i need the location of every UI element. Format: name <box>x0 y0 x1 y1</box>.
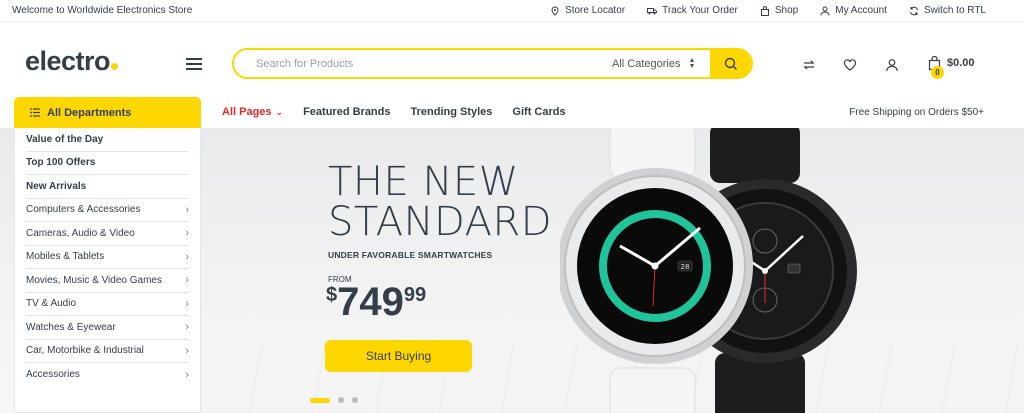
cart-button[interactable]: 0 $0.00 <box>928 56 975 79</box>
user-icon <box>820 6 830 16</box>
hero-price: $ 749 99 <box>326 280 426 324</box>
sidebar-item-label: Mobiles & Tablets <box>26 251 105 263</box>
welcome-text: Welcome to Worldwide Electronics Store <box>12 5 193 16</box>
sidebar-item-label: Accessories <box>26 369 80 381</box>
price-cents: 99 <box>403 284 427 306</box>
nav-bar: All Departments All Pages ⌄ Featured Bran… <box>0 97 1024 128</box>
nav-all-pages[interactable]: All Pages ⌄ <box>222 106 283 118</box>
sidebar-item-label: Movies, Music & Video Games <box>26 274 162 286</box>
sidebar-item[interactable]: New Arrivals <box>26 175 189 199</box>
sidebar-item-label: Car, Motorbike & Industrial <box>26 345 144 357</box>
wishlist-button[interactable] <box>843 58 857 77</box>
nav-all-pages-label: All Pages <box>222 106 272 118</box>
category-select[interactable]: All Categories ▲ ▼ <box>610 50 710 77</box>
store-locator-link[interactable]: Store Locator <box>550 5 625 16</box>
sidebar-item-label: Watches & Eyewear <box>26 321 116 333</box>
switch-rtl-link[interactable]: Switch to RTL <box>909 5 986 16</box>
logo-dot <box>111 63 119 70</box>
switch-rtl-label: Switch to RTL <box>923 5 986 16</box>
track-order-label: Track Your Order <box>662 5 738 16</box>
top-links: Store Locator Track Your Order Shop My A… <box>550 5 986 16</box>
sidebar-item-label: Top 100 Offers <box>26 157 96 169</box>
chevron-right-icon: › <box>185 227 189 240</box>
account-button[interactable] <box>885 58 899 77</box>
search-input[interactable] <box>234 50 610 77</box>
compare-button[interactable] <box>802 58 816 77</box>
sidebar-item[interactable]: Cameras, Audio & Video › <box>26 222 189 246</box>
sidebar-item[interactable]: Movies, Music & Video Games › <box>26 269 189 293</box>
sidebar-item[interactable]: Watches & Eyewear › <box>26 316 189 340</box>
sidebar-item[interactable]: Value of the Day <box>26 128 189 152</box>
chevron-right-icon: › <box>185 368 189 381</box>
nav-featured-brands[interactable]: Featured Brands <box>303 106 390 118</box>
carousel-dot-3[interactable] <box>352 397 358 403</box>
shop-link[interactable]: Shop <box>760 5 798 16</box>
nav-gift-cards[interactable]: Gift Cards <box>512 106 565 118</box>
top-bar: Welcome to Worldwide Electronics Store S… <box>0 0 1024 22</box>
hero-headline-line2: STANDARD <box>328 199 553 245</box>
departments-sidebar: Value of the Day Top 100 Offers New Arriva… <box>14 128 201 413</box>
all-departments-label: All Departments <box>47 106 132 119</box>
chevron-right-icon: › <box>185 321 189 334</box>
logo-text: electro <box>25 46 111 76</box>
my-account-label: My Account <box>835 5 887 16</box>
smartwatches-image: 28 <box>560 128 857 413</box>
chevron-right-icon: › <box>185 297 189 310</box>
cart-total: $0.00 <box>947 57 975 69</box>
select-arrows-icon: ▲ ▼ <box>688 56 696 70</box>
site-logo[interactable]: electro <box>25 46 119 77</box>
hero-headline: THE NEW STANDARD <box>328 162 552 242</box>
hero-subtitle: UNDER FAVORABLE SMARTWATCHES <box>328 250 493 260</box>
sidebar-item-label: Computers & Accessories <box>26 204 141 216</box>
map-pin-icon <box>551 5 559 16</box>
sidebar-item[interactable]: Computers & Accessories › <box>26 199 189 222</box>
search-button[interactable] <box>710 50 751 77</box>
sidebar-item-label: TV & Audio <box>26 298 77 310</box>
free-shipping-text: Free Shipping on Orders $50+ <box>849 107 984 118</box>
sidebar-item[interactable]: TV & Audio › <box>26 293 189 316</box>
store-locator-label: Store Locator <box>565 5 626 16</box>
sidebar-item-label: New Arrivals <box>26 180 87 192</box>
sidebar-item[interactable]: Top 100 Offers <box>26 152 189 175</box>
price-currency: $ <box>326 284 338 306</box>
chevron-right-icon: › <box>185 274 189 287</box>
bag-icon <box>760 5 769 16</box>
cart-count-badge: 0 <box>931 66 944 79</box>
sidebar-item[interactable]: Accessories › <box>26 363 189 387</box>
price-whole: 749 <box>337 280 404 324</box>
sidebar-item[interactable]: Car, Motorbike & Industrial › <box>26 340 189 363</box>
my-account-link[interactable]: My Account <box>820 5 887 16</box>
list-icon <box>30 108 40 117</box>
truck-icon <box>647 7 658 14</box>
sidebar-item-label: Value of the Day <box>26 133 104 145</box>
watch-date: 28 <box>681 263 690 271</box>
site-header: electro All Categories ▲▼ 0 $0.00 <box>0 22 1024 97</box>
start-buying-button[interactable]: Start Buying <box>325 340 472 372</box>
category-selected: All Categories <box>612 57 681 70</box>
chevron-right-icon: › <box>185 344 189 357</box>
search-bar: All Categories ▲▼ <box>232 48 753 79</box>
refresh-icon <box>909 6 918 15</box>
shop-label: Shop <box>774 5 799 16</box>
carousel-dot-2[interactable] <box>338 397 344 403</box>
heart-icon <box>843 59 857 71</box>
main-nav: All Pages ⌄ Featured Brands Trending Styl… <box>222 106 566 118</box>
sidebar-item-label: Cameras, Audio & Video <box>26 227 135 239</box>
search-icon <box>724 57 737 70</box>
carousel-dots <box>310 397 358 403</box>
sidebar-item[interactable]: Mobiles & Tablets › <box>26 246 189 269</box>
all-departments-button[interactable]: All Departments <box>14 97 201 128</box>
menu-icon[interactable] <box>186 58 202 70</box>
track-order-link[interactable]: Track Your Order <box>647 5 738 16</box>
hero-headline-line1: THE NEW <box>328 159 519 205</box>
chevron-right-icon: › <box>185 250 189 263</box>
user-icon <box>886 59 898 72</box>
nav-trending-styles[interactable]: Trending Styles <box>411 106 493 118</box>
chevron-right-icon: › <box>185 203 189 216</box>
chevron-down-icon: ⌄ <box>275 106 284 117</box>
carousel-dot-1[interactable] <box>310 397 330 403</box>
compare-icon <box>803 60 815 70</box>
